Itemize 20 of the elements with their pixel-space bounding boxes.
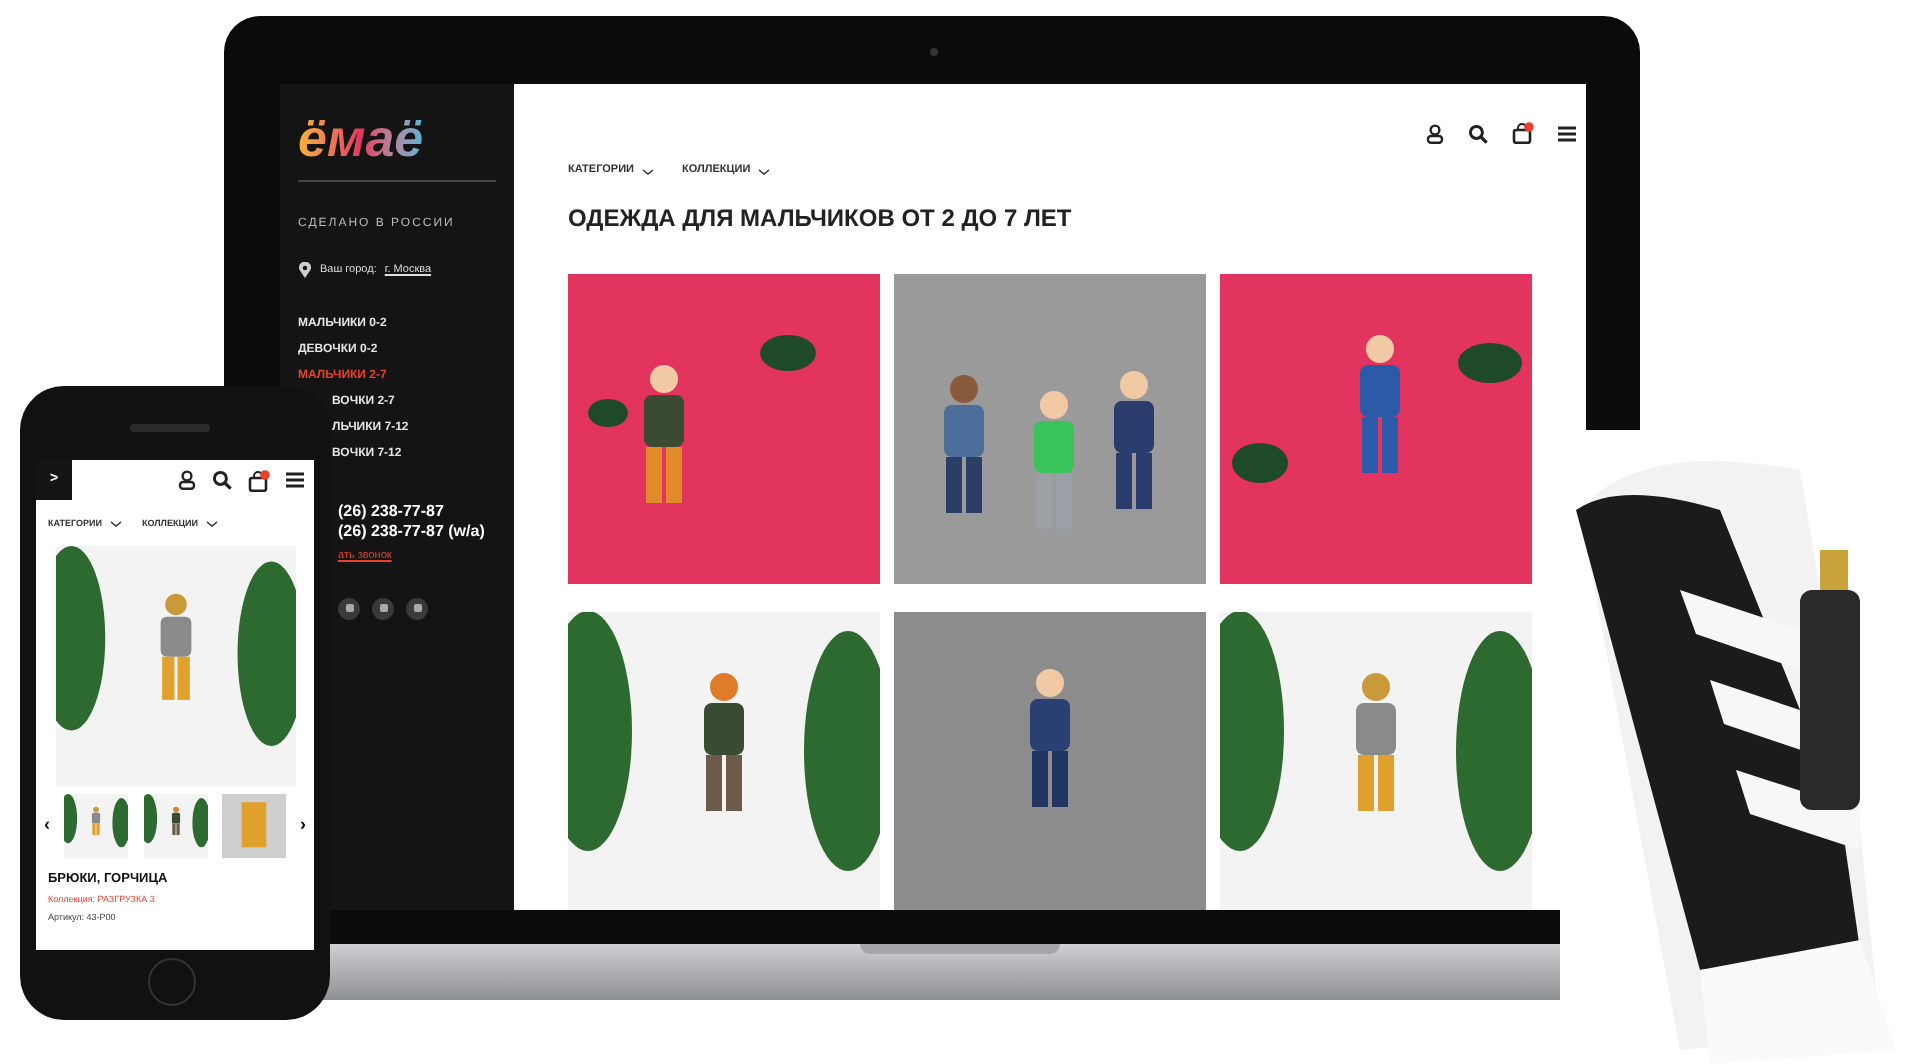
chevron-down-icon [205,520,218,529]
social-icon[interactable] [338,597,360,619]
chevron-down-icon [758,167,771,176]
social-icon[interactable] [406,597,428,619]
bag-icon[interactable] [1512,122,1534,144]
social-icon[interactable] [372,597,394,619]
chevron-down-icon [110,520,122,529]
phone-number: (26) 238-77-87 [338,504,444,521]
location-pin-icon [298,262,312,279]
search-icon[interactable] [1468,123,1488,143]
menu-icon[interactable] [1558,125,1576,141]
user-icon[interactable] [1426,123,1444,143]
user-icon[interactable] [178,470,196,490]
menu-icon[interactable] [286,472,304,488]
camera-icon [930,48,938,56]
chevron-down-icon [641,167,654,176]
search-icon[interactable] [212,470,232,490]
page-title: ОДЕЖДА ДЛЯ МАЛЬЧИКОВ ОТ 2 ДО 7 ЛЕТ [568,205,1074,229]
phone-number: (26) 238-77-87 (w/a) [338,524,485,541]
bag-icon[interactable] [248,469,270,491]
